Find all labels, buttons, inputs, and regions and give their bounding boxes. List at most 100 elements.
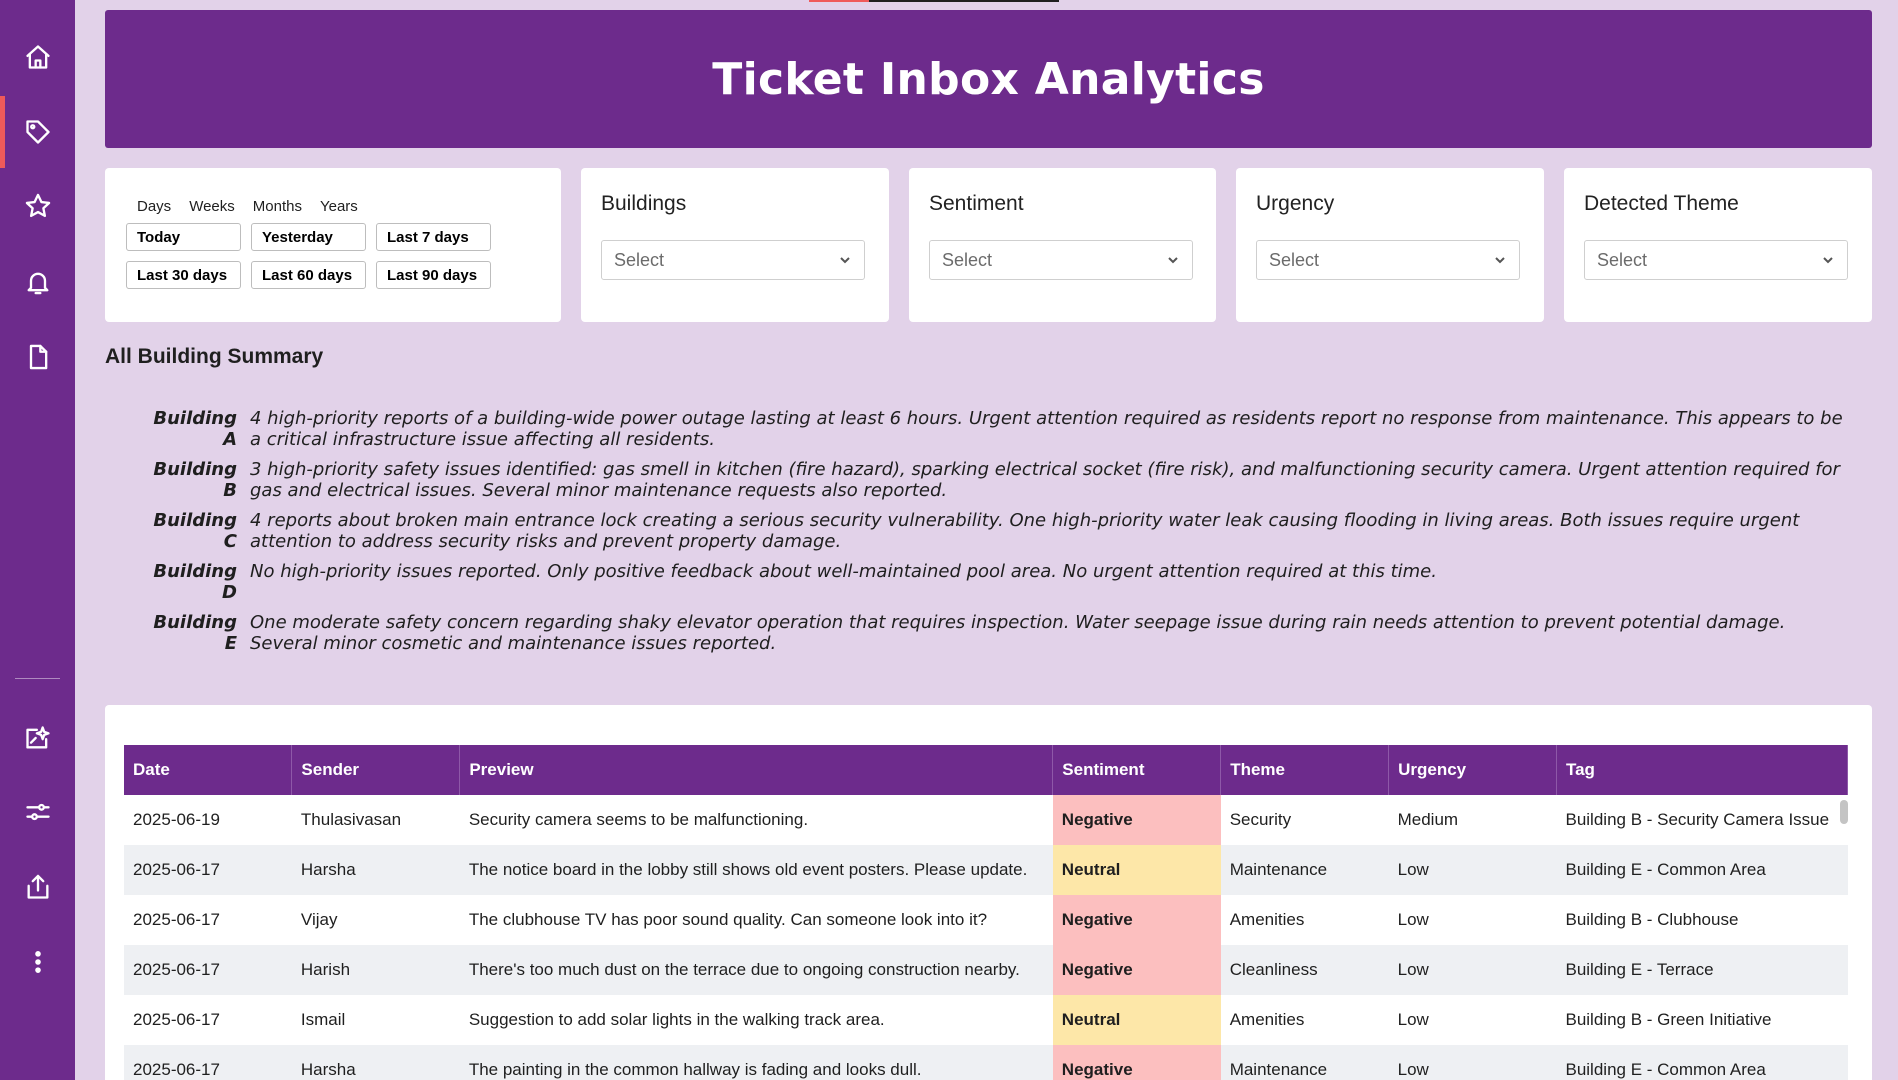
cell-tag: Building E - Common Area: [1556, 1045, 1848, 1080]
urgency-filter-label: Urgency: [1256, 192, 1335, 215]
cell-urgency: Low: [1397, 910, 1429, 929]
summary-building-text: No high-priority issues reported. Only p…: [250, 561, 1437, 582]
summary-row: Building B 3 high-priority safety issues…: [140, 459, 1855, 501]
column-header-date[interactable]: Date: [124, 745, 293, 795]
cell-preview: Suggestion to add solar lights in the wa…: [468, 1010, 885, 1029]
summary-row: Building A 4 high-priority reports of a …: [140, 408, 1855, 450]
column-header-preview[interactable]: Preview: [459, 745, 1054, 795]
summary-building-name: Building D: [153, 561, 237, 603]
chevron-down-icon: [840, 257, 850, 264]
page-title: Ticket Inbox Analytics: [712, 53, 1265, 105]
buildings-filter: Buildings Select: [581, 168, 889, 322]
sidebar-item-notifications[interactable]: [0, 246, 75, 318]
summary-building-name: Building B: [153, 459, 237, 501]
top-progress-indicator: [809, 0, 1059, 2]
cell-sentiment: Negative: [1052, 945, 1221, 995]
chevron-down-icon: [1168, 257, 1178, 264]
column-header-sender[interactable]: Sender: [291, 745, 461, 795]
cell-theme: Maintenance: [1220, 1045, 1389, 1080]
tab-months[interactable]: Months: [253, 198, 302, 215]
buildings-select[interactable]: Select: [601, 240, 865, 280]
sidebar: [0, 0, 75, 1080]
table-row[interactable]: 2025-06-19 Thulasivasan Security camera se…: [124, 795, 1848, 845]
cell-theme: Cleanliness: [1220, 945, 1389, 995]
cell-date: 2025-06-17: [133, 910, 220, 929]
sidebar-item-export[interactable]: [0, 851, 75, 923]
sidebar-item-settings[interactable]: [0, 776, 75, 848]
urgency-select[interactable]: Select: [1256, 240, 1520, 280]
cell-preview: The painting in the common hallway is fa…: [459, 1045, 1053, 1080]
summary-building-text: 4 high-priority reports of a building-wi…: [250, 408, 1843, 450]
cell-sentiment: Negative: [1052, 1045, 1221, 1080]
detected-theme-select-value: Select: [1597, 249, 1648, 270]
cell-date: 2025-06-17: [124, 945, 292, 995]
sidebar-item-tags[interactable]: [0, 96, 75, 168]
chevron-down-icon: [1823, 257, 1833, 264]
tab-years[interactable]: Years: [320, 198, 358, 215]
cell-theme: Maintenance: [1220, 845, 1389, 895]
sliders-icon: [25, 803, 50, 821]
tag-icon: [25, 120, 50, 144]
table-row[interactable]: 2025-06-17 Ismail Suggestion to add solar …: [124, 995, 1848, 1045]
preset-today-button[interactable]: Today: [126, 223, 241, 251]
chevron-down-icon: [1495, 257, 1505, 264]
summary-building-text: 3 high-priority safety issues identified…: [250, 459, 1840, 501]
tab-weeks[interactable]: Weeks: [189, 198, 235, 215]
table-row[interactable]: 2025-06-17 Harsha The notice board in the …: [124, 845, 1848, 895]
column-header-sentiment[interactable]: Sentiment: [1052, 745, 1222, 795]
cell-urgency: Low: [1388, 845, 1557, 895]
star-icon: [25, 193, 50, 218]
cell-sentiment: Neutral: [1052, 845, 1221, 895]
sentiment-select[interactable]: Select: [929, 240, 1193, 280]
detected-theme-filter: Detected Theme Select: [1564, 168, 1872, 322]
cell-urgency: Low: [1397, 1010, 1429, 1029]
cell-date: 2025-06-17: [124, 845, 292, 895]
sparkle-edit-icon: [25, 726, 50, 749]
summary-building-name: Building C: [153, 510, 237, 552]
preset-last-30-days-button[interactable]: Last 30 days: [126, 261, 241, 289]
table-scrollbar[interactable]: [1840, 800, 1848, 824]
preset-last-60-days-button[interactable]: Last 60 days: [251, 261, 366, 289]
sidebar-item-documents[interactable]: [0, 321, 75, 393]
cell-preview: Security camera seems to be malfunctioni…: [468, 810, 809, 829]
buildings-select-value: Select: [614, 249, 665, 270]
tab-days[interactable]: Days: [137, 198, 171, 215]
column-header-urgency[interactable]: Urgency: [1388, 745, 1557, 795]
preset-yesterday-button[interactable]: Yesterday: [251, 223, 366, 251]
preset-last-90-days-button[interactable]: Last 90 days: [376, 261, 491, 289]
detected-theme-select[interactable]: Select: [1584, 240, 1848, 280]
cell-sentiment: Neutral: [1052, 995, 1221, 1045]
date-presets: Today Yesterday Last 7 days Last 30 days…: [126, 223, 491, 289]
summary-building-name: Building A: [153, 408, 237, 450]
table-row[interactable]: 2025-06-17 Harsha The painting in the comm…: [124, 1045, 1848, 1080]
cell-tag: Building B - Security Camera Issue: [1565, 810, 1830, 829]
cell-sender: Harsha: [291, 1045, 460, 1080]
ticket-table-card: Date Sender Preview Sentiment Theme Urge…: [105, 705, 1872, 1080]
home-icon: [25, 45, 50, 69]
preset-last-7-days-button[interactable]: Last 7 days: [376, 223, 491, 251]
summary-title: All Building Summary: [105, 345, 324, 368]
sidebar-item-ai-edit[interactable]: [0, 702, 75, 774]
cell-sender: Harish: [291, 945, 460, 995]
page-header: Ticket Inbox Analytics: [105, 10, 1872, 148]
urgency-filter: Urgency Select: [1236, 168, 1544, 322]
sidebar-item-home[interactable]: [0, 21, 75, 93]
cell-theme: Amenities: [1229, 910, 1305, 929]
document-icon: [29, 344, 47, 370]
cell-theme: Amenities: [1229, 1010, 1305, 1029]
summary-building-name: Building E: [153, 612, 237, 654]
table-row[interactable]: 2025-06-17 Vijay The clubhouse TV has poor…: [124, 895, 1848, 945]
column-header-tag[interactable]: Tag: [1556, 745, 1849, 795]
sidebar-item-more[interactable]: [0, 926, 75, 998]
cell-preview: The clubhouse TV has poor sound quality.…: [468, 910, 988, 929]
ticket-table: Date Sender Preview Sentiment Theme Urge…: [124, 745, 1849, 1080]
detected-theme-filter-label: Detected Theme: [1584, 192, 1739, 215]
sidebar-item-favorites[interactable]: [0, 170, 75, 242]
sentiment-filter-label: Sentiment: [929, 192, 1024, 215]
cell-sentiment: Negative: [1052, 895, 1221, 945]
column-header-theme[interactable]: Theme: [1220, 745, 1390, 795]
cell-date: 2025-06-19: [133, 810, 220, 829]
table-row[interactable]: 2025-06-17 Harish There's too much dust on…: [124, 945, 1848, 995]
summary-building-text: 4 reports about broken main entrance loc…: [250, 510, 1800, 552]
cell-tag: Building E - Terrace: [1556, 945, 1848, 995]
